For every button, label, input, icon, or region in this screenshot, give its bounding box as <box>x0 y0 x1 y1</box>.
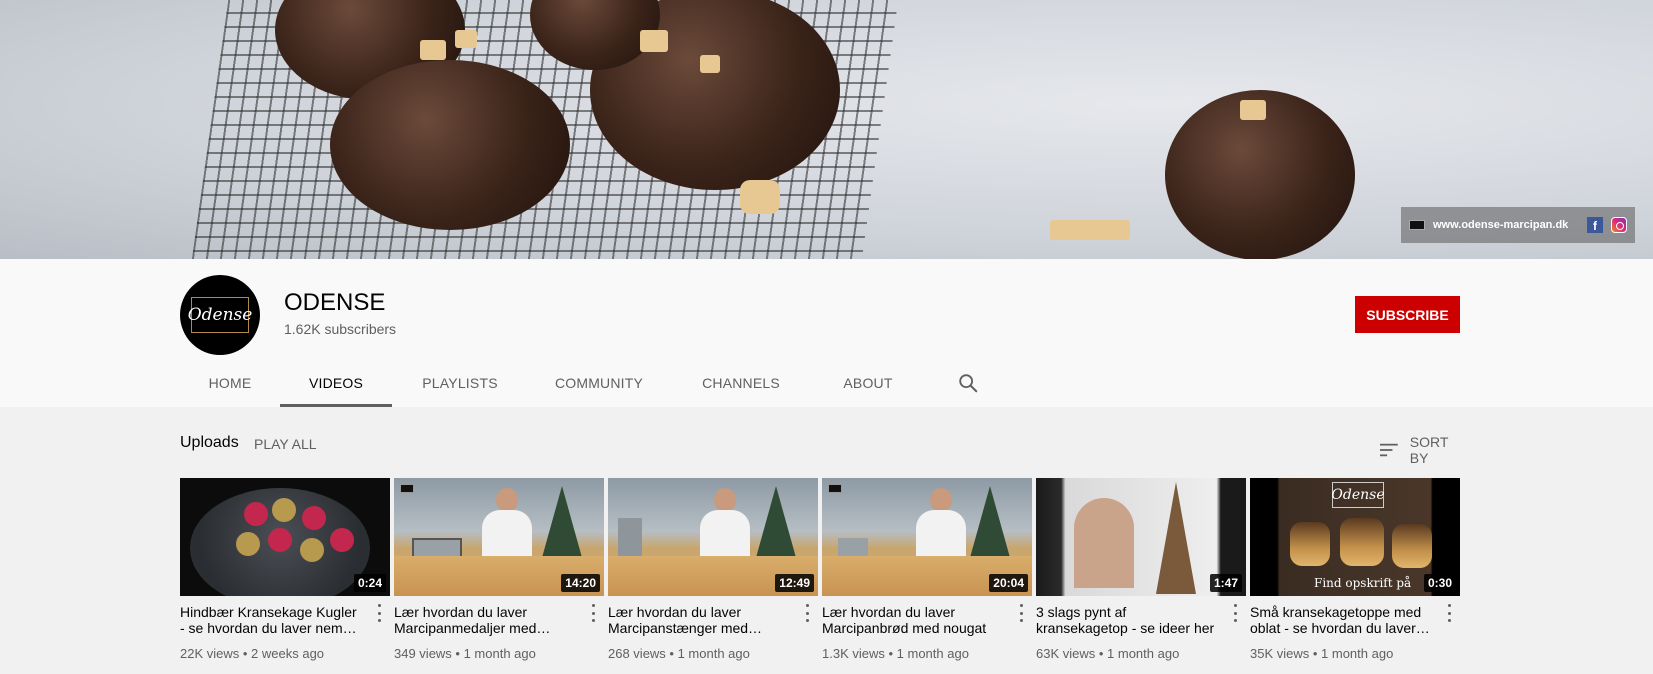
video-title[interactable]: Lær hvordan du laver Marcipanmedaljer me… <box>394 604 576 636</box>
video-meta: 1.3K views • 1 month ago <box>822 646 969 661</box>
tab-channels[interactable]: CHANNELS <box>670 359 812 407</box>
raspberry-ball <box>268 528 292 552</box>
channel-banner: www.odense-marcipan.dk f <box>0 0 1653 259</box>
more-options-icon[interactable] <box>590 604 596 622</box>
uploads-header: Uploads PLAY ALL SORT BY <box>180 432 1464 466</box>
video-age: 1 month ago <box>677 646 750 661</box>
more-options-icon[interactable] <box>1232 604 1238 622</box>
video-duration: 1:47 <box>1209 574 1242 592</box>
sort-by-label: SORT BY <box>1409 434 1449 466</box>
odense-mini-logo-icon <box>1409 220 1425 230</box>
subscriber-count: 1.62K subscribers <box>284 321 397 337</box>
video-meta: 268 views • 1 month ago <box>608 646 750 661</box>
nut-piece <box>1050 220 1130 240</box>
video-duration: 12:49 <box>775 574 814 592</box>
more-options-icon[interactable] <box>804 604 810 622</box>
video-views: 1.3K views <box>822 646 885 661</box>
video-title[interactable]: Lær hvordan du laver Marcipanstænger med… <box>608 604 790 636</box>
video-thumbnail[interactable]: Odense Find opskrift på 0:30 <box>1250 478 1460 596</box>
tab-about[interactable]: ABOUT <box>812 359 924 407</box>
facebook-icon[interactable]: f <box>1587 217 1603 233</box>
video-age: 1 month ago <box>1107 646 1180 661</box>
tab-community[interactable]: COMMUNITY <box>528 359 670 407</box>
video-card[interactable]: Odense Find opskrift på 0:30 Små kransek… <box>1250 478 1460 661</box>
channel-header: Odense ODENSE 1.62K subscribers SUBSCRIB… <box>0 259 1653 407</box>
nut-ball <box>272 498 296 522</box>
sort-icon <box>1380 443 1398 457</box>
more-options-icon[interactable] <box>376 604 382 622</box>
channel-name: ODENSE <box>284 289 386 316</box>
video-views: 268 views <box>608 646 666 661</box>
nut-piece <box>700 55 720 73</box>
video-card[interactable]: 1:47 3 slags pynt af kransekagetop - se … <box>1036 478 1246 661</box>
video-thumbnail[interactable]: 1:47 <box>1036 478 1246 596</box>
odense-mini-logo-icon <box>400 484 414 493</box>
video-card[interactable]: 12:49 Lær hvordan du laver Marcipanstæng… <box>608 478 818 661</box>
video-views: 22K views <box>180 646 240 661</box>
nut-piece <box>455 30 477 48</box>
instagram-icon[interactable] <box>1611 217 1627 233</box>
kransekagetop <box>1340 518 1384 566</box>
video-duration: 0:30 <box>1423 574 1456 592</box>
uploads-title: Uploads <box>180 434 239 451</box>
video-age: 2 weeks ago <box>251 646 325 661</box>
odense-logo: Odense <box>1331 482 1385 508</box>
chocolate-ball <box>330 60 570 230</box>
video-meta: 349 views • 1 month ago <box>394 646 536 661</box>
video-title[interactable]: 3 slags pynt af kransekagetop - se ideer… <box>1036 604 1218 636</box>
kransekage-tower <box>1156 482 1196 594</box>
avatar-logo: Odense <box>188 297 252 333</box>
video-thumbnail[interactable]: 12:49 <box>608 478 818 596</box>
video-card[interactable]: 0:24 Hindbær Kransekage Kugler - se hvor… <box>180 478 390 661</box>
hand-shape <box>1074 498 1134 588</box>
raspberry-ball <box>330 528 354 552</box>
video-age: 1 month ago <box>1321 646 1394 661</box>
nut-piece <box>740 180 780 214</box>
tab-videos[interactable]: VIDEOS <box>280 359 392 407</box>
kransekagetop <box>1290 522 1330 566</box>
video-duration: 20:04 <box>989 574 1028 592</box>
banner-links: www.odense-marcipan.dk f <box>1401 207 1635 243</box>
video-grid: 0:24 Hindbær Kransekage Kugler - se hvor… <box>180 478 1460 661</box>
video-views: 63K views <box>1036 646 1096 661</box>
video-title[interactable]: Lær hvordan du laver Marcipanbrød med no… <box>822 604 1004 636</box>
raspberry-ball <box>302 506 326 530</box>
kransekagetop <box>1392 524 1432 568</box>
video-duration: 14:20 <box>561 574 600 592</box>
tab-playlists[interactable]: PLAYLISTS <box>392 359 528 407</box>
channel-avatar[interactable]: Odense <box>180 275 260 355</box>
video-title[interactable]: Hindbær Kransekage Kugler - se hvordan d… <box>180 604 362 636</box>
raspberry-ball <box>244 502 268 526</box>
nut-ball <box>236 532 260 556</box>
more-options-icon[interactable] <box>1018 604 1024 622</box>
video-card[interactable]: 14:20 Lær hvordan du laver Marcipanmedal… <box>394 478 604 661</box>
more-options-icon[interactable] <box>1446 604 1452 622</box>
banner-website-link[interactable]: www.odense-marcipan.dk <box>1433 219 1568 231</box>
video-views: 349 views <box>394 646 452 661</box>
video-card[interactable]: 20:04 Lær hvordan du laver Marcipanbrød … <box>822 478 1032 661</box>
video-duration: 0:24 <box>353 574 386 592</box>
video-views: 35K views <box>1250 646 1310 661</box>
video-meta: 63K views • 1 month ago <box>1036 646 1180 661</box>
thumb-caption: Find opskrift på <box>1314 576 1412 590</box>
channel-tabs: HOME VIDEOS PLAYLISTS COMMUNITY CHANNELS… <box>180 359 924 407</box>
subscribe-button[interactable]: SUBSCRIBE <box>1355 296 1460 333</box>
video-meta: 22K views • 2 weeks ago <box>180 646 325 661</box>
play-all-button[interactable]: PLAY ALL <box>254 436 317 452</box>
odense-mini-logo-icon <box>828 484 842 493</box>
nut-piece <box>640 30 668 52</box>
video-thumbnail[interactable]: 0:24 <box>180 478 390 596</box>
video-age: 1 month ago <box>896 646 969 661</box>
video-age: 1 month ago <box>463 646 536 661</box>
video-thumbnail[interactable]: 20:04 <box>822 478 1032 596</box>
tab-home[interactable]: HOME <box>180 359 280 407</box>
nut-piece <box>420 40 446 60</box>
video-meta: 35K views • 1 month ago <box>1250 646 1394 661</box>
video-thumbnail[interactable]: 14:20 <box>394 478 604 596</box>
nut-piece <box>1240 100 1266 120</box>
nut-ball <box>300 538 324 562</box>
search-icon[interactable] <box>957 372 979 394</box>
sort-by-button[interactable]: SORT BY <box>1380 434 1464 466</box>
video-title[interactable]: Små kransekagetoppe med oblat - se hvord… <box>1250 604 1432 636</box>
